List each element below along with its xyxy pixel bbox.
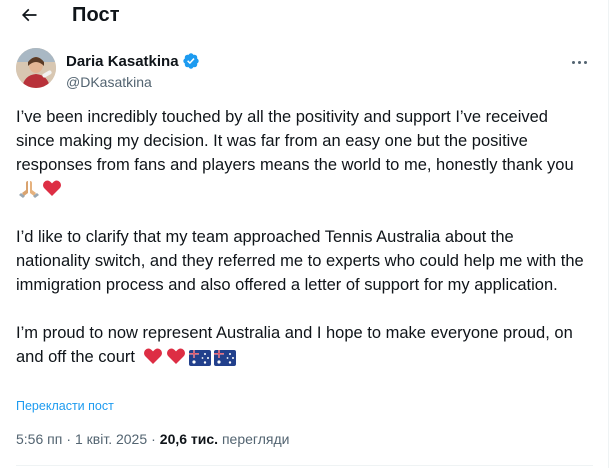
tweet-header: Daria Kasatkina @DKasatkina bbox=[16, 48, 593, 92]
author-handle[interactable]: @DKasatkina bbox=[66, 74, 152, 90]
meta-separator: · bbox=[151, 431, 156, 447]
translate-post-link[interactable]: Перекласти пост bbox=[16, 399, 114, 413]
tweet-paragraph-text: I’d like to clarify that my team approac… bbox=[16, 228, 584, 294]
more-horizontal-icon bbox=[571, 60, 575, 64]
author-name-row: Daria Kasatkina bbox=[66, 52, 200, 70]
tweet-paragraph-text: I’m proud to now represent Australia and… bbox=[16, 324, 573, 366]
divider bbox=[16, 465, 593, 466]
profile-photo-icon bbox=[16, 48, 56, 88]
avatar[interactable] bbox=[16, 48, 56, 88]
red-heart-icon bbox=[42, 178, 62, 198]
tweet-paragraph: I’m proud to now represent Australia and… bbox=[16, 321, 586, 369]
tweet-meta: 5:56 пп · 1 квіт. 2025 · 20,6 тис. перегляди bbox=[16, 431, 289, 447]
red-heart-icon bbox=[166, 346, 186, 366]
verified-badge-icon bbox=[182, 53, 199, 69]
tweet-time[interactable]: 5:56 пп bbox=[16, 431, 62, 447]
tweet-paragraph: I’ve been incredibly touched by all the … bbox=[16, 105, 586, 201]
top-bar: Пост bbox=[0, 0, 608, 34]
page-title: Пост bbox=[72, 4, 120, 26]
author-display-name[interactable]: Daria Kasatkina bbox=[66, 53, 179, 70]
tweet-text: I’ve been incredibly touched by all the … bbox=[16, 105, 586, 369]
red-heart-icon bbox=[143, 346, 163, 366]
australia-flag-icon bbox=[188, 350, 211, 366]
tweet-paragraph: I’d like to clarify that my team approac… bbox=[16, 225, 586, 297]
folded-hands-icon bbox=[19, 178, 39, 198]
meta-separator: · bbox=[66, 431, 71, 447]
views-label: перегляди bbox=[221, 431, 290, 447]
tweet-paragraph-text: I’ve been incredibly touched by all the … bbox=[16, 108, 574, 174]
views-count: 20,6 тис. bbox=[159, 431, 219, 447]
arrow-left-icon bbox=[21, 8, 37, 22]
back-button[interactable] bbox=[14, 0, 44, 30]
tweet-date[interactable]: 1 квіт. 2025 bbox=[75, 431, 147, 447]
australia-flag-icon bbox=[213, 350, 236, 366]
more-options-button[interactable] bbox=[565, 52, 593, 72]
